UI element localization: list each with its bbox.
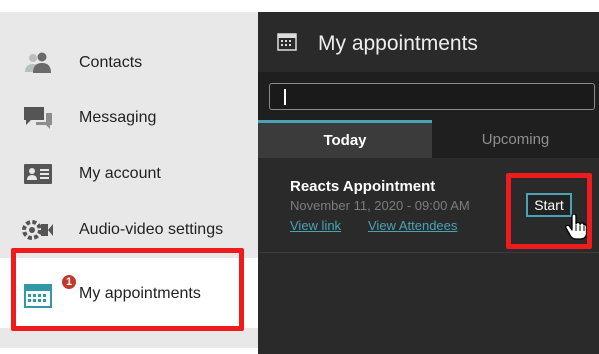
view-link[interactable]: View link <box>290 218 341 233</box>
sidebar: Contacts Messaging My account Audio-vide… <box>0 0 258 354</box>
search-input[interactable] <box>269 83 595 110</box>
sidebar-item-label: Messaging <box>79 109 157 126</box>
appointment-date: November 11, 2020 - 09:00 AM <box>290 198 470 213</box>
hand-pointer-icon <box>565 213 588 245</box>
sidebar-item-label: My appointments <box>79 285 201 302</box>
sidebar-item-my-appointments[interactable]: 1 My appointments <box>0 263 258 325</box>
appointments-panel: My appointments Today Upcoming Reacts Ap… <box>258 12 599 354</box>
sidebar-item-my-account[interactable]: My account <box>0 145 258 203</box>
tab-bar: Today Upcoming <box>258 120 599 158</box>
notification-badge: 1 <box>60 273 78 291</box>
view-attendees-link[interactable]: View Attendees <box>368 218 457 233</box>
tab-upcoming[interactable]: Upcoming <box>432 120 599 158</box>
sidebar-item-contacts[interactable]: Contacts <box>0 34 258 92</box>
account-card-icon <box>22 160 54 188</box>
tab-today[interactable]: Today <box>258 120 432 158</box>
contacts-icon <box>22 49 54 77</box>
calendar-icon: 1 <box>22 273 78 309</box>
sidebar-item-messaging[interactable]: Messaging <box>0 89 258 147</box>
messaging-icon <box>22 104 54 132</box>
panel-title: My appointments <box>318 32 478 55</box>
sidebar-item-audio-video-settings[interactable]: Audio-video settings <box>0 201 258 259</box>
search-row <box>258 72 599 120</box>
panel-header: My appointments <box>258 12 599 72</box>
appointment-title: Reacts Appointment <box>290 178 436 195</box>
appointment-item: Reacts Appointment November 11, 2020 - 0… <box>258 158 599 253</box>
calendar-header-icon <box>277 32 297 57</box>
sidebar-item-label: Contacts <box>79 54 143 71</box>
sidebar-item-label: Audio-video settings <box>79 221 224 238</box>
text-caret <box>284 89 286 105</box>
sidebar-background-bottom <box>0 328 258 348</box>
sidebar-item-label: My account <box>79 165 161 182</box>
audio-video-icon <box>22 216 54 244</box>
